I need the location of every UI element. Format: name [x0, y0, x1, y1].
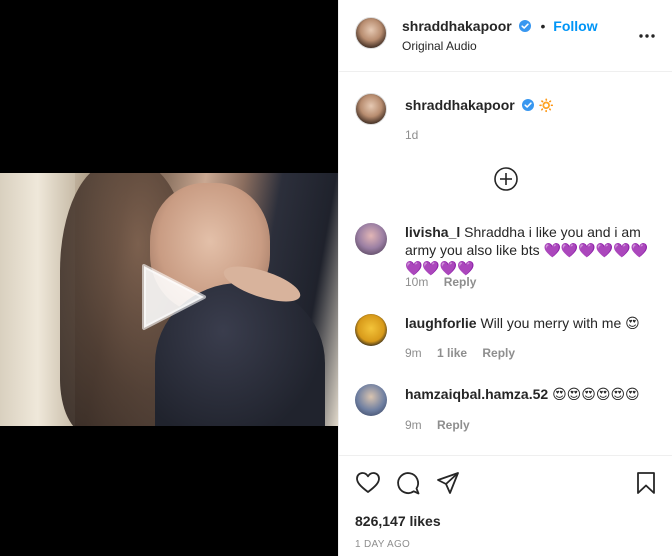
send-icon[interactable] — [435, 470, 461, 496]
verified-badge-icon — [518, 20, 531, 32]
comment-item: hamzaiqbal.hamza.52 😍😍😍😍😍😍 9m Reply — [355, 381, 660, 437]
caption-avatar[interactable] — [355, 93, 387, 125]
commenter-avatar[interactable] — [355, 314, 387, 346]
comment-age[interactable]: 10m — [405, 275, 428, 289]
post-actions: 826,147 likes 1 DAY AGO — [339, 455, 672, 556]
caption-username[interactable]: shraddhakapoor — [405, 97, 515, 113]
post-header: shraddhakapoor • Follow Original Audio — [339, 0, 672, 72]
like-count[interactable]: 826,147 likes — [355, 513, 441, 529]
commenter-avatar[interactable] — [355, 223, 387, 255]
reply-button[interactable]: Reply — [482, 346, 515, 360]
comment-like-count[interactable]: 1 like — [437, 346, 467, 360]
comment-text: livisha_l Shraddha i like you and i am a… — [405, 223, 655, 277]
caption: shraddhakapoor 🔅 1d — [355, 90, 660, 150]
comment-icon[interactable] — [395, 470, 421, 496]
follow-button[interactable]: Follow — [553, 18, 597, 34]
comment-body: Will you merry with me 😍 — [480, 315, 640, 331]
caption-age[interactable]: 1d — [405, 128, 418, 142]
more-options-icon[interactable] — [637, 26, 657, 46]
comment-text: laughforlie Will you merry with me 😍 — [405, 314, 655, 332]
comment-item: livisha_l Shraddha i like you and i am a… — [355, 217, 660, 293]
play-icon[interactable] — [138, 262, 208, 332]
comment-username[interactable]: livisha_l — [405, 224, 460, 240]
comment-age[interactable]: 9m — [405, 346, 422, 360]
reply-button[interactable]: Reply — [444, 275, 477, 289]
audio-label[interactable]: Original Audio — [402, 39, 477, 53]
caption-meta: 1d — [405, 128, 430, 142]
comment-body: 😍😍😍😍😍😍 — [552, 386, 640, 402]
comment-text: hamzaiqbal.hamza.52 😍😍😍😍😍😍 — [405, 385, 655, 403]
comment-meta: 9m Reply — [405, 418, 482, 432]
author-username[interactable]: shraddhakapoor — [402, 18, 512, 34]
commenter-avatar[interactable] — [355, 384, 387, 416]
comment-username[interactable]: hamzaiqbal.hamza.52 — [405, 386, 548, 402]
add-circle-icon[interactable] — [493, 166, 519, 192]
author-avatar[interactable] — [355, 17, 387, 49]
separator-dot: • — [540, 18, 546, 34]
comment-age[interactable]: 9m — [405, 418, 422, 432]
reply-button[interactable]: Reply — [437, 418, 470, 432]
comment-username[interactable]: laughforlie — [405, 315, 477, 331]
comment-item: laughforlie Will you merry with me 😍 9m … — [355, 310, 660, 366]
header-title-row: shraddhakapoor • Follow — [402, 18, 598, 34]
comment-meta: 10m Reply — [405, 275, 488, 289]
comments-section: shraddhakapoor 🔅 1d livisha_l Shraddha i… — [339, 73, 672, 453]
heart-icon[interactable] — [355, 470, 381, 496]
comment-meta: 9m 1 like Reply — [405, 346, 527, 360]
caption-text: shraddhakapoor 🔅 — [405, 96, 655, 114]
caption-body: 🔅 — [537, 97, 555, 113]
post-date[interactable]: 1 DAY AGO — [355, 539, 410, 550]
post-media[interactable] — [0, 0, 338, 556]
post-panel: shraddhakapoor • Follow Original Audio s… — [338, 0, 672, 556]
verified-badge-icon — [521, 99, 534, 111]
bookmark-icon[interactable] — [633, 470, 659, 496]
